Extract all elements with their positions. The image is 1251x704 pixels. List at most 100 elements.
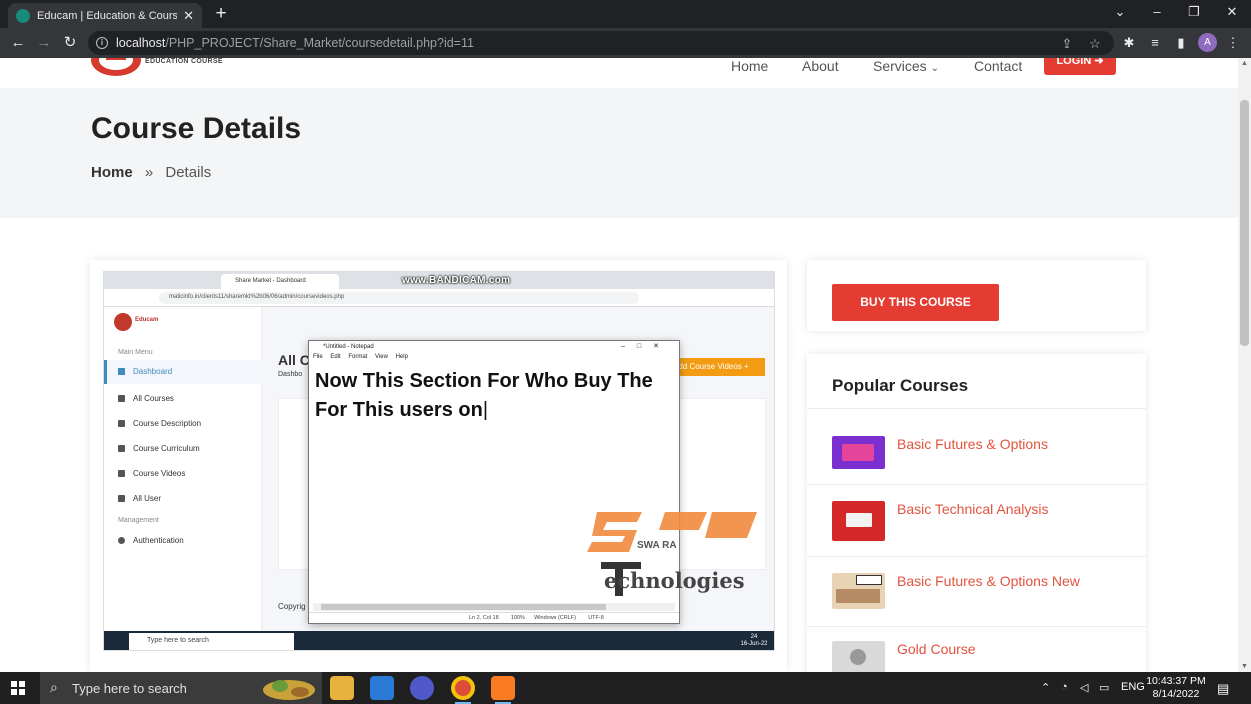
notepad-window-controls-icon: –□✕ [621,343,671,350]
video-menu-heading: Management [118,517,159,524]
search-icon: ⌕ [50,679,58,695]
reading-list-icon[interactable]: ≡ [1146,35,1164,50]
scrollbar-thumb[interactable] [1240,100,1249,346]
popular-course-item[interactable]: Basic Futures & Options New [807,573,1146,633]
divider [807,626,1146,627]
notepad-text: Now This Section For Who Buy The For Thi… [315,367,653,425]
breadcrumb-current: Details [165,164,212,181]
login-label: LOGIN [1056,58,1092,67]
notepad-menu: File Edit Format View Help [313,354,408,360]
video-taskbar: Type here to search 24 16-Jun-22 [104,631,774,650]
nav-home-link[interactable]: Home [731,58,768,74]
breadcrumb: Home » Details [91,164,211,181]
video-add-button: Add Course Videos + [667,358,765,376]
brand-watermark-text: echnologies [604,568,745,593]
book-icon [118,420,125,427]
divider [807,556,1146,557]
video-sidebar-label: All User [133,494,162,503]
nav-about-link[interactable]: About [802,58,839,74]
popular-course-item[interactable]: Gold Course [807,641,1146,672]
reload-icon[interactable]: ↻ [60,33,80,53]
video-sidebar-label: Course Videos [133,469,186,478]
video-sidebar-label: Course Curriculum [133,444,200,453]
share-icon[interactable]: ⇪ [1058,36,1076,52]
video-sidebar-label: Course Description [133,419,202,428]
course-name-link[interactable]: Basic Futures & Options New [897,573,1080,589]
taskbar-clock[interactable]: 10:43:37 PM 8/14/2022 [1146,675,1206,701]
back-arrow-icon[interactable]: ← [8,33,28,53]
site-info-icon[interactable]: i [96,37,108,49]
buy-this-course-button[interactable]: BUY THIS COURSE [832,284,999,321]
taskbar-search-box[interactable]: ⌕ Type here to search [40,672,322,704]
restore-window-button[interactable]: ❐ [1184,4,1204,20]
page-scrollbar[interactable]: ▲ ▼ [1238,58,1251,672]
forward-arrow-icon[interactable]: → [34,33,54,53]
divider [807,408,1146,409]
logo-tagline: EDUCATION COURSE [145,58,223,65]
text-cursor: | [482,399,489,421]
close-window-button[interactable]: ✕ [1222,4,1242,20]
video-sidebar-item: All User [118,494,161,503]
list-icon [118,445,125,452]
video-tab-title: Share Market - Dashboard [221,274,339,289]
battery-icon[interactable]: ▭ [1099,681,1109,694]
video-main-subtitle: Dashbo [278,371,303,378]
course-thumbnail[interactable] [832,436,885,469]
browser-tab[interactable]: Educam | Education & Courses. ✕ [8,3,202,28]
xampp-icon[interactable] [491,676,515,700]
video-sidebar-label: Authentication [133,536,184,545]
login-button[interactable]: LOGIN ➜ [1044,58,1116,75]
notepad-title: *Untitled - Notepad [323,344,374,350]
profile-avatar[interactable]: A [1198,33,1217,52]
popular-course-item[interactable]: Basic Futures & Options [807,436,1146,496]
file-explorer-icon[interactable] [330,676,354,700]
teams-icon[interactable] [410,676,434,700]
show-hidden-icons-icon[interactable]: ⌃ [1041,681,1050,694]
educam-logo-icon[interactable] [90,58,142,86]
network-icon[interactable]: ◔ [1061,681,1068,693]
mail-icon[interactable] [370,676,394,700]
dashboard-icon [118,368,125,375]
course-thumbnail[interactable] [832,573,885,609]
windows-start-icon[interactable] [11,681,25,695]
tab-title: Educam | Education & Courses. [37,9,178,22]
tab-search-icon[interactable]: ⌄ [1110,4,1130,20]
volume-icon[interactable]: ◁ [1080,681,1088,694]
side-panel-icon[interactable]: ▮ [1172,35,1190,51]
video-taskbar-search: Type here to search [129,633,294,650]
breadcrumb-home-link[interactable]: Home [91,164,133,181]
video-browser-tabs: Share Market - Dashboard www.BANDICAM.co… [104,272,774,289]
video-menu-heading: Main Menu [118,349,153,356]
windows-taskbar: ⌕ Type here to search ⌃ ◔ ◁ ▭ ENG 10:43:… [0,672,1251,704]
scroll-up-icon[interactable]: ▲ [1241,60,1248,67]
notepad-line-1: Now This Section For Who Buy The [315,370,653,392]
url-path: /PHP_PROJECT/Share_Market/coursedetail.p… [165,36,474,50]
scroll-down-icon[interactable]: ▼ [1241,663,1248,670]
bookmark-star-icon[interactable]: ☆ [1086,36,1104,52]
extensions-puzzle-icon[interactable]: ✱ [1120,35,1138,51]
shield-icon [118,537,125,544]
video-sidebar-dashboard: Dashboard [104,360,262,384]
language-indicator[interactable]: ENG [1121,681,1145,693]
course-video-player[interactable]: Share Market - Dashboard www.BANDICAM.co… [103,271,775,651]
notepad-scrollbar [313,603,675,611]
popular-course-item[interactable]: Basic Technical Analysis [807,501,1146,561]
login-arrow-icon: ➜ [1094,58,1104,67]
new-tab-button[interactable]: + [210,3,232,25]
popular-courses-card: Popular Courses Basic Futures & Options … [807,354,1146,672]
course-thumbnail[interactable] [832,501,885,541]
course-name-link[interactable]: Basic Futures & Options [897,436,1048,452]
video-url: maticinfo.in/clients11/sharemkt%2b06/06/… [159,292,639,304]
course-name-link[interactable]: Gold Course [897,641,976,657]
browser-menu-icon[interactable]: ⋮ [1224,35,1242,51]
video-main-heading: All C [278,352,310,368]
minimize-window-button[interactable]: – [1147,4,1167,19]
chrome-icon[interactable] [451,676,475,700]
nav-contact-link[interactable]: Contact [974,58,1022,74]
nav-services-link[interactable]: Services ⌄ [873,58,939,74]
close-tab-icon[interactable]: ✕ [183,8,194,24]
course-thumbnail[interactable] [832,641,885,672]
address-bar[interactable]: i localhost /PHP_PROJECT/Share_Market/co… [88,31,1114,55]
course-name-link[interactable]: Basic Technical Analysis [897,501,1048,517]
notifications-icon[interactable]: ▤ [1217,681,1229,697]
